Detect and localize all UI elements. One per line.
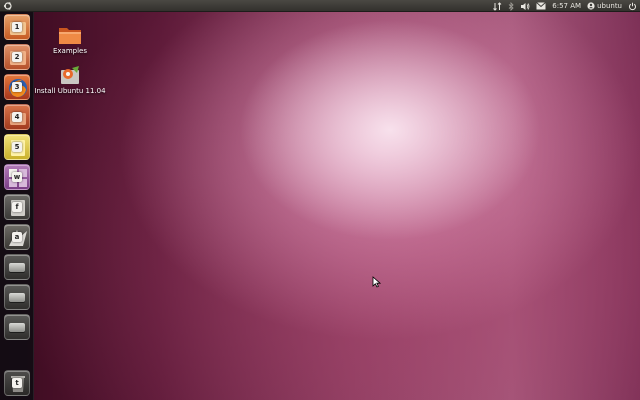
launcher-firefox[interactable]: 3 [4,74,30,100]
launcher-drive-1[interactable] [4,254,30,280]
drive-icon [9,293,25,302]
launcher-install[interactable]: 4 [4,104,30,130]
shortcut-badge: w [12,172,22,182]
desktop-icon-examples[interactable]: Examples [46,24,94,55]
user-icon [587,2,595,10]
mail-icon[interactable] [536,0,547,12]
shortcut-badge: 5 [12,142,22,152]
drive-icon [9,263,25,272]
shortcut-badge: 1 [12,22,22,32]
desktop-icon-label: Examples [52,47,87,55]
clock[interactable]: 6:57 AM [552,0,581,12]
shortcut-badge: a [12,232,22,242]
shortcut-badge: f [12,202,22,212]
power-icon[interactable] [628,0,637,12]
folder-icon [59,28,81,44]
shortcut-badge: 2 [12,52,22,62]
launcher-drive-2[interactable] [4,284,30,310]
shortcut-badge: 3 [12,82,22,92]
launcher-drive-3[interactable] [4,314,30,340]
launcher-home-folder[interactable]: 1 [4,14,30,40]
clock-text: 6:57 AM [552,1,582,10]
launcher: 1 2 3 4 5 w f a t [0,12,34,400]
top-panel: 6:57 AM ubuntu [0,0,640,12]
desktop-icon-install-ubuntu[interactable]: Install Ubuntu 11.04 [34,64,106,95]
network-icon[interactable] [493,0,502,12]
launcher-trash[interactable]: t [4,370,30,396]
launcher-apps[interactable]: 2 [4,44,30,70]
launcher-workspace-switcher[interactable]: w [4,164,30,190]
launcher-files[interactable]: f [4,194,30,220]
desktop-wallpaper[interactable] [0,0,640,400]
user-menu[interactable]: ubuntu [587,0,622,12]
mouse-pointer-icon [372,273,382,292]
desktop-icon-label: Install Ubuntu 11.04 [34,87,106,95]
dash-logo-icon[interactable] [2,1,14,11]
launcher-notes[interactable]: 5 [4,134,30,160]
drive-icon [9,323,25,332]
installer-icon [61,66,79,84]
bluetooth-icon[interactable] [508,0,514,12]
shortcut-badge: 4 [12,112,22,122]
volume-icon[interactable] [520,0,530,12]
user-name: ubuntu [597,1,622,10]
launcher-applications[interactable]: a [4,224,30,250]
panel-indicators: 6:57 AM ubuntu [493,0,637,12]
shortcut-badge: t [12,378,22,388]
